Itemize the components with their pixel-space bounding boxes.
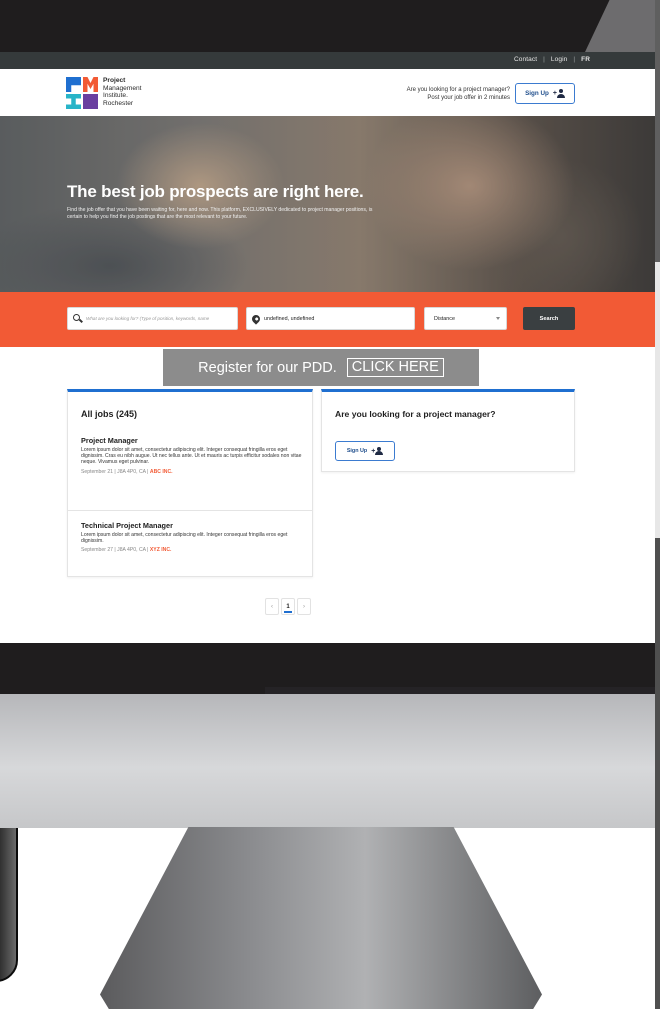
pagination: ‹ 1 › xyxy=(265,598,313,615)
search-icon xyxy=(73,314,83,323)
header-signup-button[interactable]: Sign Up + xyxy=(515,83,575,104)
cta-line: Post your job offer in 2 minutes xyxy=(427,94,510,101)
job-date-location: September 27 | J8A 4P0, CA | xyxy=(81,547,150,554)
add-person-icon: + xyxy=(553,89,565,98)
keyword-search-input[interactable]: What are you looking for? (Type of posit… xyxy=(67,307,238,330)
logo-wordmark: Project Management Institute. Rochester xyxy=(103,77,142,107)
login-link[interactable]: Login xyxy=(548,56,570,63)
employer-card-title: Are you looking for a project manager? xyxy=(335,409,496,419)
monitor-bezel-bottom xyxy=(0,643,655,695)
monitor-chin xyxy=(0,694,655,828)
background-strip xyxy=(655,0,660,1009)
employer-signup-button[interactable]: Sign Up + xyxy=(335,441,395,461)
cta-line: Are you looking for a project manager? xyxy=(406,87,510,93)
job-meta: September 27 | J8A 4P0, CA | XYZ INC. xyxy=(81,547,303,553)
monitor-stand xyxy=(100,827,542,1009)
job-title[interactable]: Technical Project Manager xyxy=(81,521,303,530)
location-pin-icon xyxy=(250,312,262,325)
language-link[interactable]: FR xyxy=(578,56,593,63)
prev-page-button[interactable]: ‹ xyxy=(265,598,279,615)
location-input[interactable]: undefined, undefined xyxy=(246,307,415,330)
jobs-count-title: All jobs (245) xyxy=(81,409,138,419)
employer-cta-text: Are you looking for a project manager? P… xyxy=(407,87,510,102)
logo-line: Management xyxy=(103,84,142,92)
hero-title: The best job prospects are right here. xyxy=(67,182,364,201)
distance-label: Distance xyxy=(434,315,455,322)
logo-line: Institute. xyxy=(103,92,128,99)
job-meta: September 21 | J8A 4P0, CA | ABC INC. xyxy=(81,469,303,475)
location-value: undefined, undefined xyxy=(264,315,315,322)
job-company[interactable]: XYZ INC. xyxy=(150,547,172,553)
pmi-logo-icon[interactable] xyxy=(66,77,98,109)
contact-link[interactable]: Contact xyxy=(511,56,540,63)
jobs-list-card: All jobs (245) Project Manager Lorem ips… xyxy=(67,389,313,577)
site-header: Project Management Institute. Rochester … xyxy=(0,69,655,116)
job-divider xyxy=(68,510,312,511)
pdd-click-here-link[interactable]: CLICK HERE xyxy=(346,358,444,377)
employer-card: Are you looking for a project manager? S… xyxy=(321,389,575,472)
monitor-bezel-top xyxy=(0,0,655,52)
search-bar: What are you looking for? (Type of posit… xyxy=(0,292,655,347)
hero-banner: The best job prospects are right here. F… xyxy=(0,116,655,292)
job-date-location: September 21 | J8A 4P0, CA | xyxy=(81,468,150,475)
signup-label: Sign Up xyxy=(525,90,549,97)
chevron-down-icon xyxy=(496,317,500,320)
signup-label: Sign Up xyxy=(346,448,368,454)
next-page-button[interactable]: › xyxy=(297,598,311,615)
job-title[interactable]: Project Manager xyxy=(81,436,303,445)
page-number[interactable]: 1 xyxy=(281,598,295,615)
job-listing[interactable]: Project Manager Lorem ipsum dolor sit am… xyxy=(81,436,303,475)
add-person-icon: + xyxy=(371,446,384,456)
website-screen: Contact | Login | FR Project Management Inst… xyxy=(0,52,655,643)
keyword-placeholder: What are you looking for? (Type of posit… xyxy=(86,316,210,321)
distance-select[interactable]: Distance xyxy=(424,307,507,330)
utility-links: Contact | Login | FR xyxy=(511,56,593,63)
job-company[interactable]: ABC INC. xyxy=(150,469,173,475)
job-listing[interactable]: Technical Project Manager Lorem ipsum do… xyxy=(81,521,303,553)
pdd-banner-text: Register for our PDD. xyxy=(198,359,337,376)
job-description: Lorem ipsum dolor sit amet, consectetur … xyxy=(81,447,302,466)
utility-bar: Contact | Login | FR xyxy=(0,52,655,69)
job-description: Lorem ipsum dolor sit amet, consectetur … xyxy=(81,532,288,545)
logo-line: Rochester xyxy=(103,99,134,107)
hero-subtitle: Find the job offer that you have been wa… xyxy=(67,207,373,220)
pdd-banner: Register for our PDD. CLICK HERE xyxy=(163,349,479,386)
search-button[interactable]: Search xyxy=(523,307,575,330)
monitor-bezel-highlight xyxy=(585,0,655,52)
logo-line: Project xyxy=(103,77,126,84)
